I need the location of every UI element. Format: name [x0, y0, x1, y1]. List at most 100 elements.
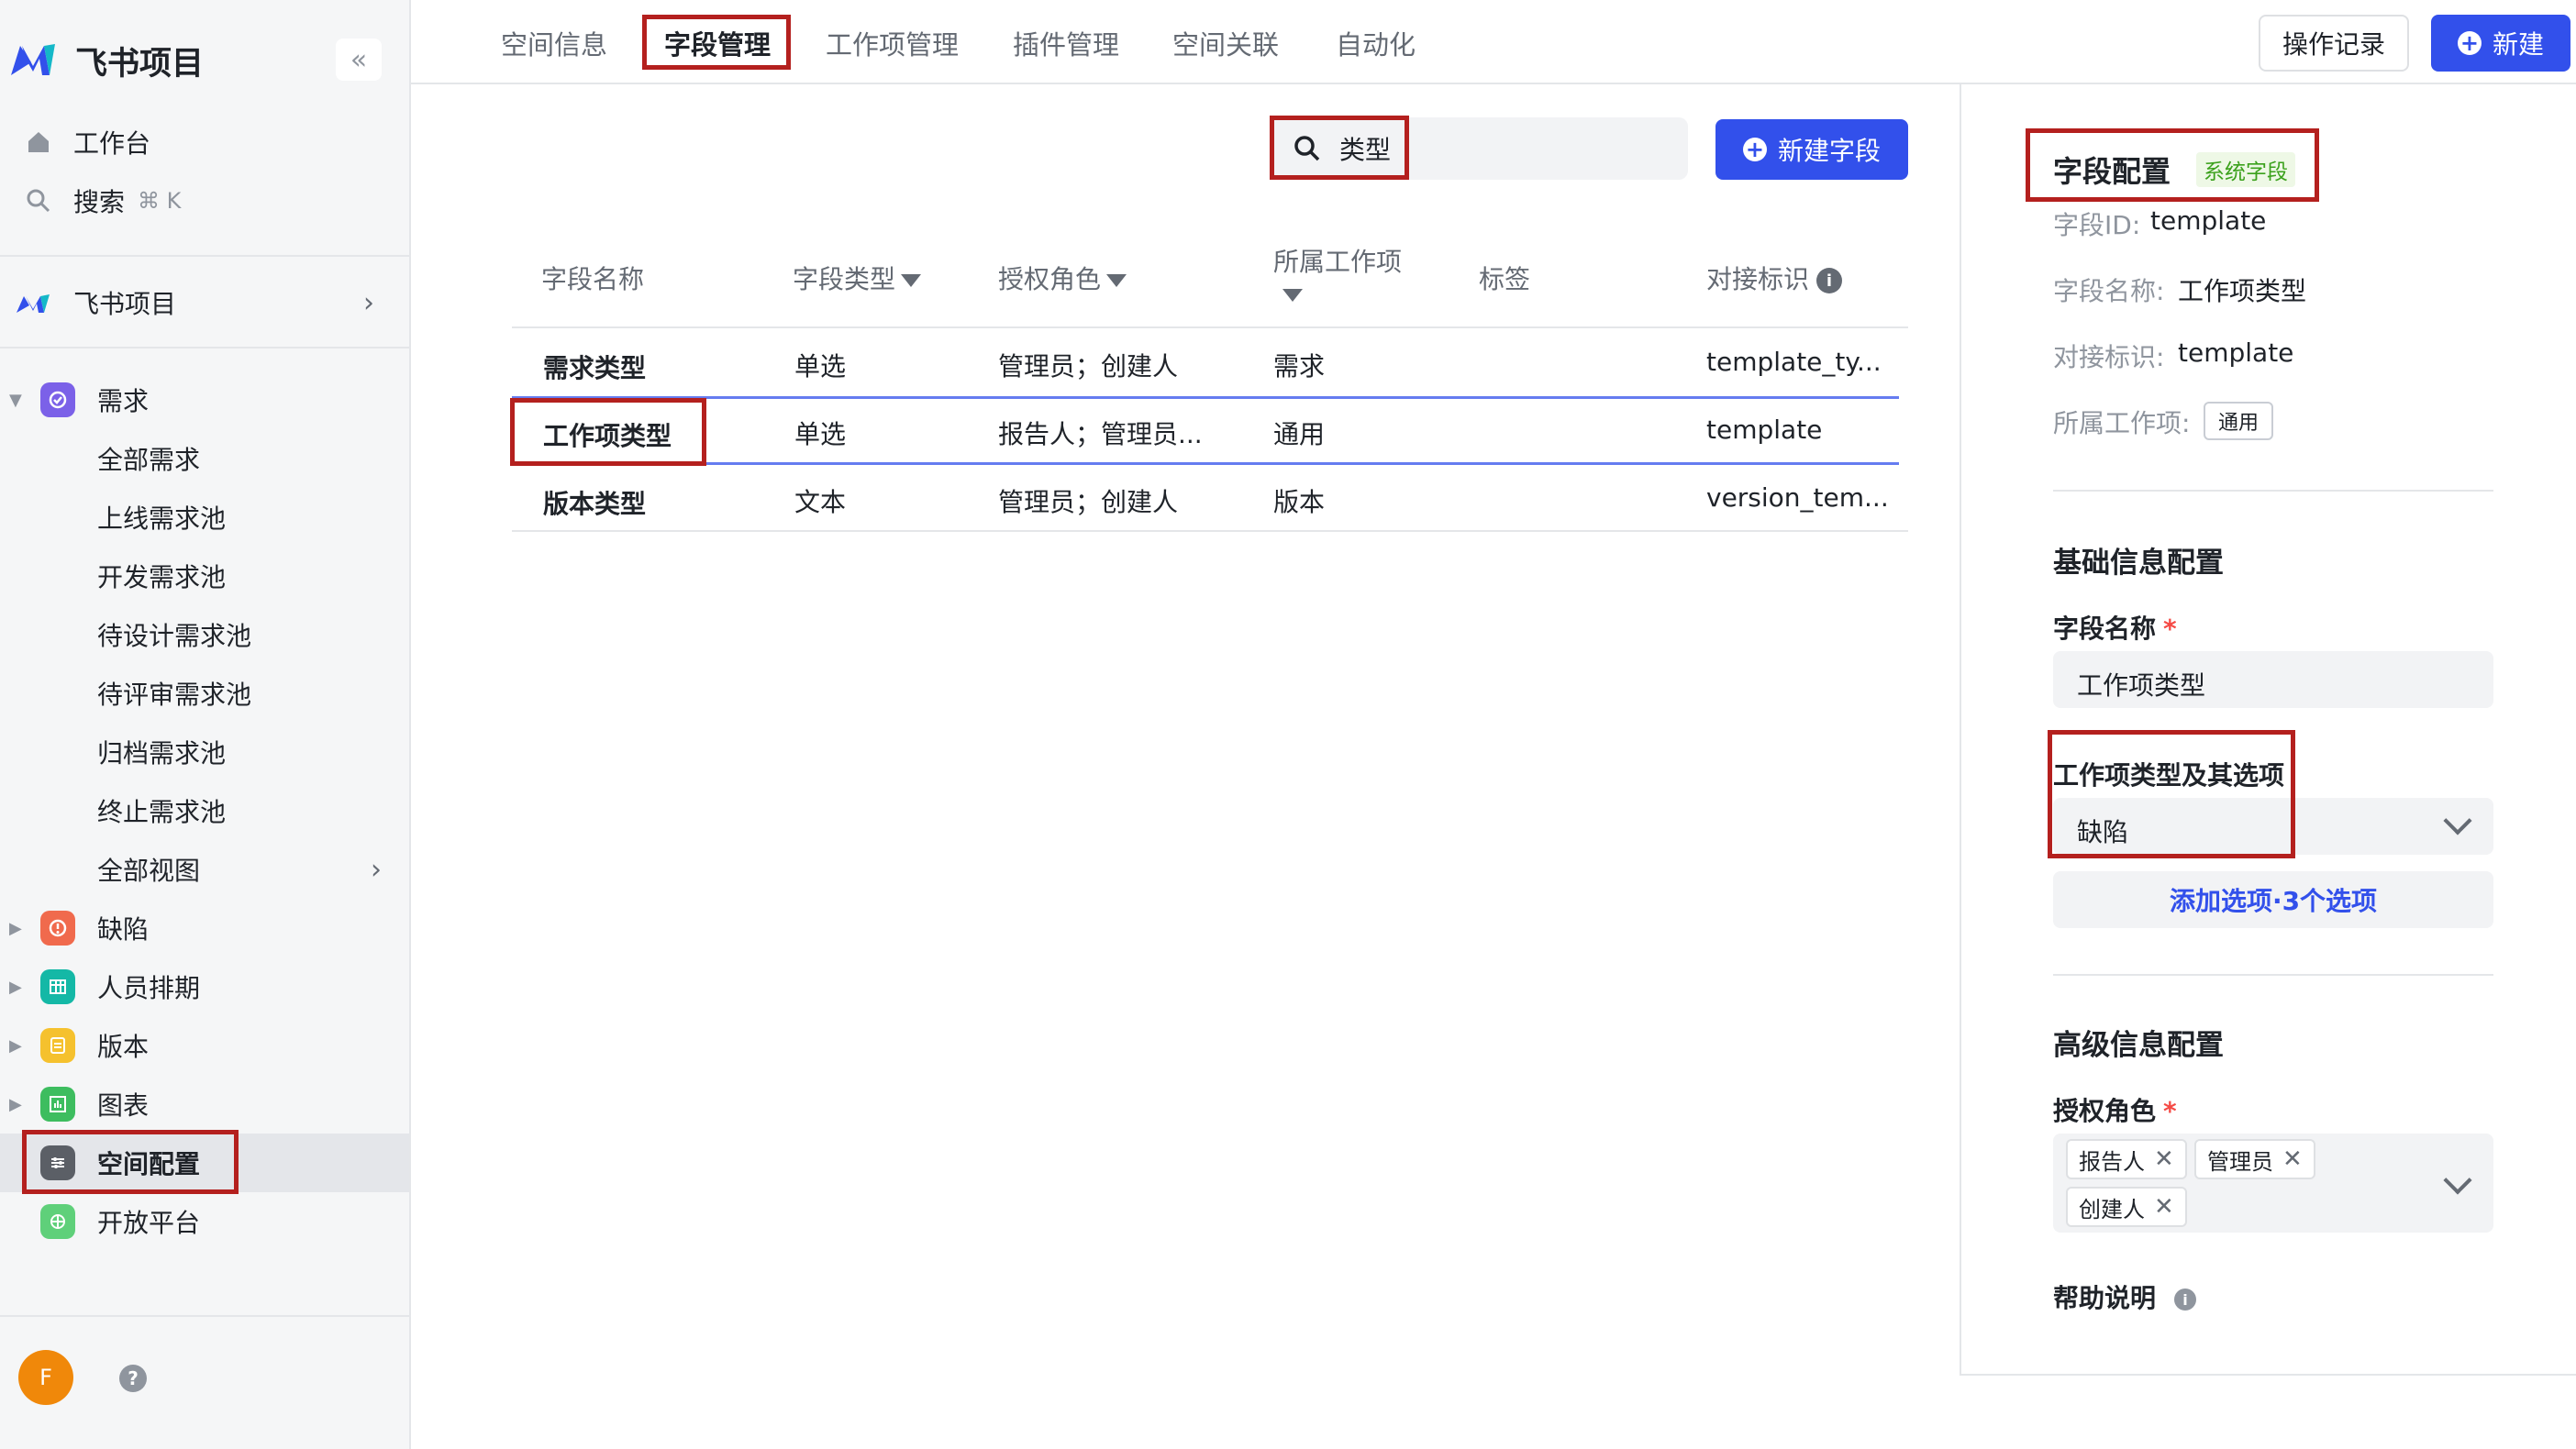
sidebar-view-item[interactable]: 开发需求池: [0, 550, 409, 602]
sidebar-item-schedule[interactable]: ▶ 人员排期: [0, 961, 409, 1012]
workitem-label: 所属工作项:: [2053, 408, 2191, 438]
tab-automation[interactable]: 自动化: [1336, 24, 1416, 62]
cell-key: template: [1706, 415, 1823, 445]
advanced-section-title: 高级信息配置: [2053, 1029, 2224, 1062]
new-button-label: 新建: [2492, 29, 2544, 60]
cell-field-name: 版本类型: [543, 489, 647, 519]
sidebar-view-item[interactable]: 归档需求池: [0, 726, 409, 778]
avatar[interactable]: F: [18, 1350, 73, 1405]
sidebar-view-item[interactable]: 全部需求: [0, 433, 409, 484]
sidebar-view-label: 上线需求池: [97, 503, 227, 534]
version-icon: [40, 1028, 75, 1063]
new-button[interactable]: + 新建: [2431, 15, 2570, 72]
cell-roles: 报告人；管理员...: [998, 419, 1203, 449]
cell-workitem: 通用: [1273, 419, 1326, 449]
field-name-value: 工作项类型: [2178, 276, 2307, 306]
sidebar-view-item[interactable]: 上线需求池: [0, 492, 409, 543]
sidebar-item-defect[interactable]: ▶ 缺陷: [0, 902, 409, 954]
selected-row-border: [512, 396, 1899, 399]
sidebar-item-chart[interactable]: ▶ 图表: [0, 1078, 409, 1130]
sidebar-view-label: 待设计需求池: [97, 621, 252, 651]
table-divider: [512, 326, 1908, 328]
sidebar-item-version[interactable]: ▶ 版本: [0, 1020, 409, 1071]
collapse-sidebar-button[interactable]: «: [336, 39, 382, 81]
sidebar-view-all[interactable]: 全部视图 ›: [0, 844, 409, 895]
column-header-workitem[interactable]: 所属工作项: [1273, 242, 1402, 309]
remove-icon[interactable]: ✕: [2154, 1145, 2174, 1173]
column-header-type[interactable]: 字段类型: [793, 260, 922, 296]
sidebar: 飞书项目 « 工作台 搜索 ⌘ K 飞书项目 › ▼ 需求 全部需求 上线需求池…: [0, 0, 411, 1449]
tab-workitem-management[interactable]: 工作项管理: [826, 24, 959, 62]
system-field-badge: 系统字段: [2196, 152, 2295, 187]
sidebar-item-requirement[interactable]: ▼ 需求: [0, 374, 409, 426]
new-field-button[interactable]: + 新建字段: [1715, 119, 1908, 180]
sidebar-item-label: 需求: [97, 386, 150, 416]
brand-logo-icon: [11, 44, 55, 75]
column-header-label: 字段类型: [793, 264, 896, 294]
field-name-input-value: 工作项类型: [2077, 670, 2206, 701]
sidebar-view-label: 待评审需求池: [97, 680, 252, 710]
column-header-key[interactable]: 对接标识 i: [1706, 260, 1843, 296]
column-header-tag[interactable]: 标签: [1479, 260, 1530, 296]
remove-icon[interactable]: ✕: [2282, 1145, 2303, 1173]
info-icon[interactable]: i: [1816, 268, 1843, 293]
cell-field-name: 工作项类型: [543, 421, 672, 451]
sidebar-item-space-config[interactable]: 空间配置: [0, 1137, 409, 1189]
project-logo-icon: [17, 294, 50, 313]
sidebar-item-label: 缺陷: [97, 914, 150, 945]
field-id-value: template: [2150, 205, 2267, 236]
roles-label: 授权角色 *: [2053, 1091, 2177, 1128]
operation-log-button[interactable]: 操作记录: [2259, 15, 2409, 72]
tab-space-association[interactable]: 空间关联: [1172, 24, 1279, 62]
help-icon[interactable]: ?: [119, 1365, 147, 1392]
bar-chart-icon: [40, 1087, 75, 1122]
field-search-input[interactable]: 类型: [1271, 117, 1688, 180]
role-chip-label: 报告人: [2079, 1148, 2145, 1175]
sidebar-view-item[interactable]: 待评审需求池: [0, 668, 409, 719]
tab-field-management[interactable]: 字段管理: [664, 24, 771, 62]
project-switcher[interactable]: 飞书项目 ›: [15, 277, 374, 328]
plugin-icon: [40, 1204, 75, 1239]
nav-search[interactable]: 搜索 ⌘ K: [22, 178, 181, 224]
key-label: 对接标识:: [2053, 342, 2165, 372]
check-circle-icon: [40, 382, 75, 417]
panel-divider: [2053, 490, 2493, 492]
role-chip-label: 创建人: [2079, 1196, 2145, 1222]
tab-plugin-management[interactable]: 插件管理: [1013, 24, 1119, 62]
role-chip-label: 管理员: [2207, 1148, 2273, 1175]
name-input-label: 字段名称 *: [2053, 609, 2177, 646]
cell-key: template_ty...: [1706, 347, 1882, 377]
sidebar-item-open-platform[interactable]: 开放平台: [0, 1196, 409, 1247]
required-mark: *: [2163, 1096, 2177, 1126]
nav-workbench[interactable]: 工作台: [22, 119, 150, 165]
search-value: 类型: [1339, 135, 1392, 165]
sidebar-item-label: 图表: [97, 1090, 150, 1121]
add-option-button[interactable]: 添加选项·3个选项: [2053, 871, 2493, 928]
cell-field-name: 需求类型: [543, 353, 647, 383]
help-label: 帮助说明 i: [2053, 1278, 2197, 1315]
filter-icon[interactable]: [1282, 289, 1303, 302]
filter-icon[interactable]: [901, 274, 922, 287]
column-header-roles[interactable]: 授权角色: [998, 260, 1127, 296]
field-name-label: 字段名称:: [2053, 276, 2165, 306]
column-header-label: 授权角色: [998, 264, 1102, 294]
info-icon[interactable]: i: [2174, 1289, 2197, 1311]
role-chip: 管理员 ✕: [2194, 1139, 2315, 1179]
cell-workitem: 需求: [1273, 351, 1326, 382]
cell-workitem: 版本: [1273, 487, 1326, 517]
sidebar-view-item[interactable]: 终止需求池: [0, 785, 409, 836]
sidebar-item-label: 人员排期: [97, 973, 201, 1003]
column-header-label: 所属工作项: [1273, 247, 1403, 277]
filter-icon[interactable]: [1106, 274, 1127, 287]
sidebar-view-item[interactable]: 待设计需求池: [0, 609, 409, 660]
panel-title: 字段配置: [2053, 154, 2171, 189]
tab-space-info[interactable]: 空间信息: [501, 24, 607, 62]
key-value: template: [2178, 337, 2294, 368]
required-mark: *: [2163, 614, 2177, 644]
caret-right-icon: ▶: [9, 1094, 22, 1114]
roles-label-text: 授权角色: [2053, 1096, 2157, 1126]
column-header-name[interactable]: 字段名称: [541, 260, 644, 296]
sidebar-item-label: 版本: [97, 1032, 150, 1062]
remove-icon[interactable]: ✕: [2154, 1193, 2174, 1221]
caret-down-icon: ▼: [9, 390, 22, 410]
